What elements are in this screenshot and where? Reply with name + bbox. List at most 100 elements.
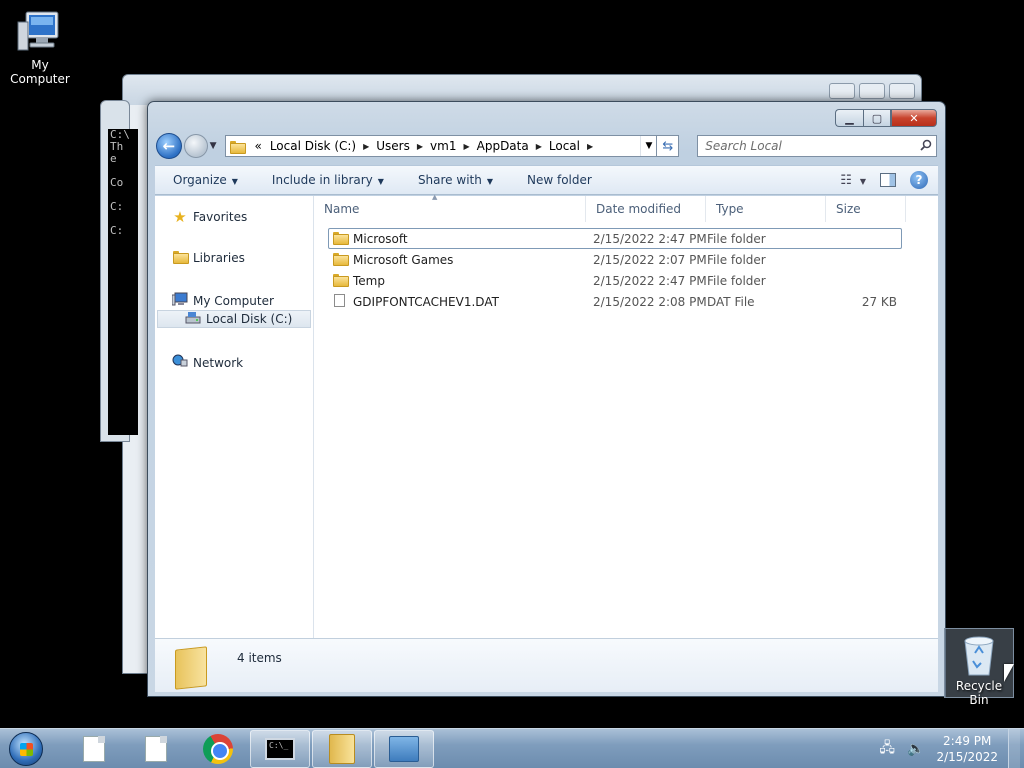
taskbar-item-chrome[interactable]: [188, 730, 248, 768]
close-button[interactable]: [889, 83, 915, 99]
background-cmd-window[interactable]: C:\ Th e Co C: C:: [100, 100, 138, 442]
minimize-button[interactable]: ▁: [835, 109, 863, 127]
nav-item-my-computer[interactable]: My Computer: [171, 292, 274, 309]
minimize-button[interactable]: [829, 83, 855, 99]
file-icon: [333, 293, 347, 310]
nav-item-favorites[interactable]: ★ Favorites: [171, 208, 247, 226]
chevron-right-icon[interactable]: ▶: [414, 142, 426, 151]
navigation-bar: ← ▼ « Local Disk (C:) ▶ Users ▶ vm1 ▶ Ap…: [156, 132, 938, 160]
include-in-library-button[interactable]: Include in library ▼: [254, 173, 400, 187]
chevron-right-icon[interactable]: ▶: [533, 142, 545, 151]
taskbar-item-cmd[interactable]: C:\_: [250, 729, 310, 768]
taskbar-item-explorer[interactable]: [312, 729, 372, 768]
search-input[interactable]: [698, 139, 917, 153]
address-bar[interactable]: « Local Disk (C:) ▶ Users ▶ vm1 ▶ AppDat…: [225, 135, 658, 157]
breadcrumb-overflow[interactable]: «: [250, 139, 265, 153]
explorer-window[interactable]: ▁ ▢ ✕ ← ▼ « Local Disk (C:) ▶ Users ▶ vm…: [147, 101, 946, 697]
file-type: DAT File: [707, 294, 755, 309]
recycle-bin-icon: [959, 633, 999, 677]
file-name: Microsoft Games: [353, 252, 454, 267]
file-date: 2/15/2022 2:07 PM: [593, 252, 707, 267]
column-header-size[interactable]: Size: [826, 196, 906, 222]
close-button[interactable]: ✕: [891, 109, 937, 127]
cmd-output: C:\ Th e Co C: C:: [108, 129, 138, 435]
change-view-button[interactable]: ☷ ▼: [840, 173, 866, 188]
item-count: 4 items: [237, 650, 282, 665]
show-desktop-button[interactable]: [1008, 728, 1020, 768]
maximize-button[interactable]: ▢: [863, 109, 891, 127]
help-button[interactable]: ?: [910, 171, 928, 189]
column-header-name[interactable]: ▲ Name: [314, 193, 586, 222]
include-label: Include in library: [271, 173, 373, 187]
nav-item-network[interactable]: Network: [171, 354, 243, 371]
chevron-down-icon: ▼: [377, 177, 384, 186]
cmd-line: C:: [110, 224, 124, 237]
file-date: 2/15/2022 2:08 PM: [593, 294, 707, 309]
file-row[interactable]: Temp 2/15/2022 2:47 PM File folder: [328, 270, 902, 291]
folder-icon: [230, 140, 247, 154]
file-type: File folder: [707, 252, 766, 267]
share-label: Share with: [417, 173, 482, 187]
breadcrumb-appdata[interactable]: AppData: [473, 139, 533, 153]
nav-item-libraries[interactable]: Libraries: [171, 250, 245, 265]
desktop-icon-my-computer[interactable]: My Computer: [0, 8, 80, 86]
address-dropdown-button[interactable]: ▼: [640, 136, 656, 156]
windows-logo-icon: [9, 731, 43, 766]
chevron-right-icon[interactable]: ▶: [460, 142, 472, 151]
taskbar-item-document-1[interactable]: [64, 730, 124, 768]
file-date: 2/15/2022 2:47 PM: [593, 273, 707, 288]
organize-button[interactable]: Organize ▼: [155, 173, 254, 187]
volume-icon[interactable]: 🔈: [907, 741, 924, 757]
window-controls: ▁ ▢ ✕: [835, 109, 937, 127]
organize-label: Organize: [173, 173, 227, 187]
chevron-right-icon[interactable]: ▶: [584, 142, 596, 151]
share-with-button[interactable]: Share with ▼: [400, 173, 509, 187]
recent-pages-dropdown[interactable]: ▼: [210, 141, 222, 151]
forward-button[interactable]: [183, 134, 208, 158]
system-tray: 🖧 🔈 2:49 PM 2/15/2022: [879, 728, 1024, 768]
column-headers: ▲ Name Date modified Type Size: [314, 193, 938, 222]
taskbar: C:\_ 🖧 🔈 2:49 PM 2/15/2022: [0, 728, 1024, 768]
maximize-button[interactable]: [859, 83, 885, 99]
breadcrumb-local-disk[interactable]: Local Disk (C:): [266, 139, 360, 153]
drive-icon: [184, 311, 202, 328]
breadcrumb-users[interactable]: Users: [372, 139, 414, 153]
column-header-type[interactable]: Type: [706, 196, 826, 222]
chevron-right-icon[interactable]: ▶: [360, 142, 372, 151]
chevron-down-icon: ▼: [231, 177, 238, 186]
clock[interactable]: 2:49 PM 2/15/2022: [936, 733, 998, 765]
taskbar-item-document-2[interactable]: [126, 730, 186, 768]
search-box[interactable]: [697, 135, 938, 157]
view-details-icon: ☷: [840, 172, 852, 188]
column-header-label: Name: [324, 202, 360, 216]
breadcrumb-vm1[interactable]: vm1: [426, 139, 460, 153]
network-window-icon: [389, 735, 419, 762]
network-tray-icon[interactable]: 🖧: [879, 737, 895, 761]
content-area: ★ Favorites Libraries My Computer Local …: [155, 193, 938, 638]
file-row[interactable]: GDIPFONTCACHEV1.DAT 2/15/2022 2:08 PM DA…: [328, 291, 902, 312]
file-list-pane[interactable]: ▲ Name Date modified Type Size Microsoft …: [314, 193, 938, 638]
back-button[interactable]: ←: [156, 133, 182, 159]
desktop-icon-recycle-bin[interactable]: Recycle Bin: [944, 628, 1014, 707]
new-folder-label: New folder: [527, 173, 592, 187]
command-bar: Organize ▼ Include in library ▼ Share with…: [155, 165, 938, 195]
search-icon[interactable]: [916, 139, 936, 154]
nav-item-label: My Computer: [193, 293, 274, 308]
taskbar-item-network[interactable]: [374, 729, 434, 768]
file-name: Temp: [353, 273, 385, 288]
column-header-label: Size: [836, 202, 861, 216]
column-header-date[interactable]: Date modified: [586, 196, 706, 222]
start-button[interactable]: [6, 730, 46, 768]
navigation-pane[interactable]: ★ Favorites Libraries My Computer Local …: [155, 196, 314, 638]
file-row[interactable]: Microsoft Games 2/15/2022 2:07 PM File f…: [328, 249, 902, 270]
breadcrumb-local[interactable]: Local: [545, 139, 584, 153]
column-header-label: Date modified: [596, 202, 682, 216]
folder-icon: [333, 273, 349, 288]
nav-item-label: Network: [193, 355, 244, 370]
refresh-button[interactable]: ⇆: [657, 135, 680, 157]
new-folder-button[interactable]: New folder: [509, 173, 608, 187]
preview-pane-button[interactable]: [880, 173, 896, 187]
mouse-cursor: [1004, 664, 1014, 682]
file-row[interactable]: Microsoft 2/15/2022 2:47 PM File folder: [328, 228, 902, 249]
nav-item-local-disk[interactable]: Local Disk (C:): [157, 310, 311, 328]
